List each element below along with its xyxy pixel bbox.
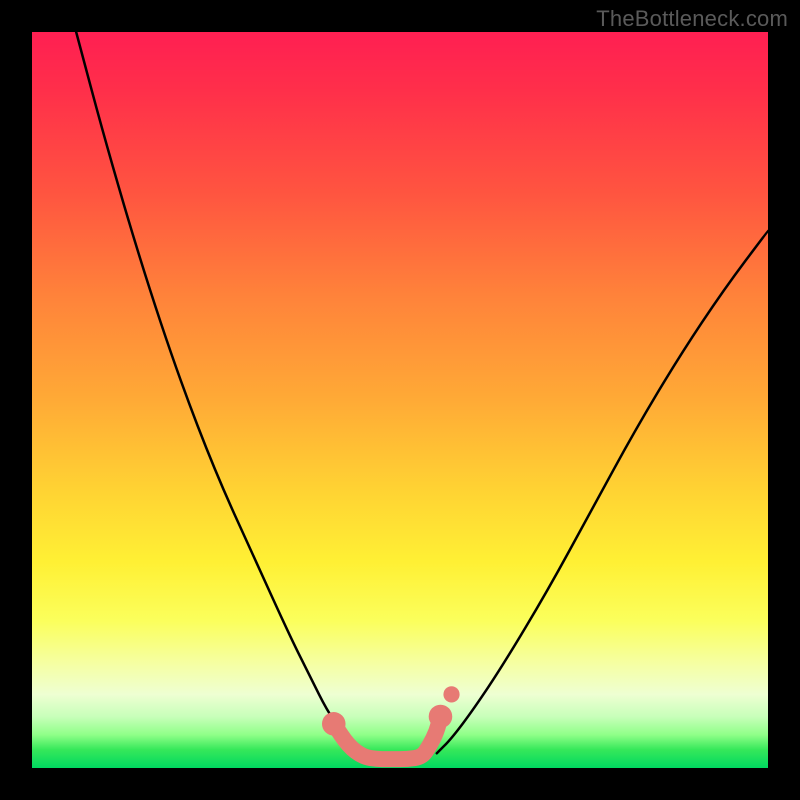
chart-svg [32, 32, 768, 768]
upper-dot [443, 686, 459, 702]
series-layer [76, 32, 768, 759]
watermark-text: TheBottleneck.com [596, 6, 788, 32]
chart-frame: TheBottleneck.com [0, 0, 800, 800]
series-salmon-trough [334, 716, 441, 759]
trough-endpoint-right [429, 705, 453, 729]
series-right-curve [437, 231, 768, 754]
series-left-curve [76, 32, 363, 753]
trough-endpoint-left [322, 712, 346, 736]
plot-area [32, 32, 768, 768]
